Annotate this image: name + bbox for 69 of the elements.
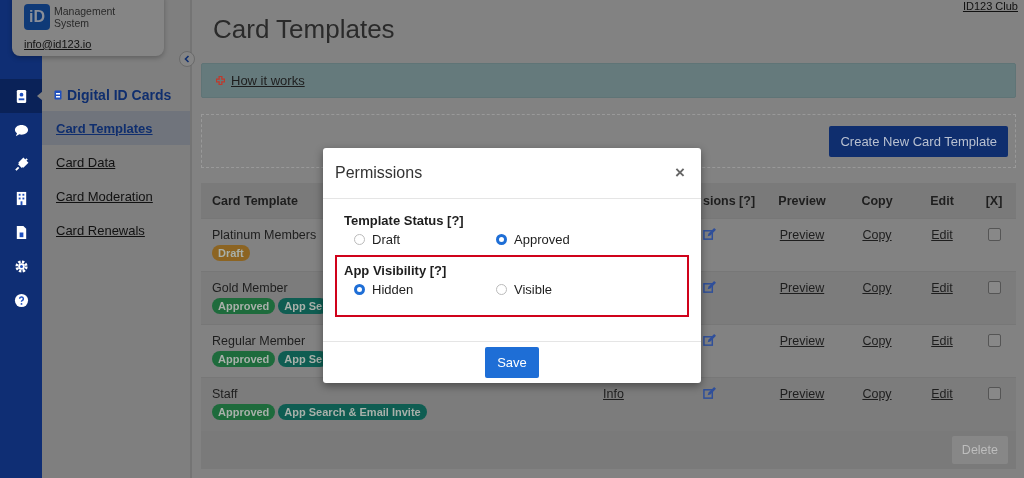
account-link[interactable]: ID123 Club (962, 0, 1018, 12)
column-header: Card Template (212, 193, 298, 208)
status-tag: Approved (212, 404, 276, 420)
radio-button[interactable] (496, 284, 507, 295)
row-checkbox[interactable] (987, 228, 1001, 241)
column-header: Preview (778, 193, 826, 208)
status-tag: Draft (212, 245, 250, 261)
nav-item[interactable]: Card Data (42, 145, 190, 179)
row-checkbox[interactable] (987, 281, 1001, 294)
copy-link[interactable]: Copy (862, 228, 892, 242)
radio-button[interactable] (354, 234, 365, 245)
chevron-icon (183, 55, 191, 63)
radio-option[interactable]: Hidden (354, 282, 496, 297)
create-template-button[interactable]: Create New Card Template (829, 125, 1008, 157)
status-tag: App Search & Email Invite (278, 404, 427, 420)
radio-option[interactable]: Draft (354, 232, 496, 247)
email-link[interactable]: info@id123.io (24, 38, 152, 50)
gear-icon (13, 258, 29, 274)
help-link[interactable]: How it works (231, 73, 305, 88)
status-tag: Approved (212, 298, 276, 314)
column-header: [X] (985, 193, 1003, 208)
group-title: Template Status [?] (344, 213, 465, 228)
template-name: Gold Member (212, 281, 288, 295)
edit-link[interactable]: Edit (931, 281, 953, 295)
row-checkbox[interactable] (987, 387, 1001, 400)
preview-link[interactable]: Preview (779, 281, 825, 295)
template-name: Platinum Members (212, 228, 317, 242)
edit-icon[interactable] (703, 387, 716, 400)
preview-link[interactable]: Preview (779, 334, 825, 348)
radio-option[interactable]: Approved (496, 232, 680, 247)
edit-icon[interactable] (703, 281, 716, 294)
template-name: Staff (212, 387, 238, 401)
copy-link[interactable]: Copy (862, 281, 892, 295)
logo: iD (24, 4, 50, 30)
copy-link[interactable]: Copy (862, 387, 892, 401)
edit-link[interactable]: Edit (931, 334, 953, 348)
dialog-title: Permissions (335, 164, 423, 182)
column-header: Edit (930, 193, 954, 208)
edit-link[interactable]: Edit (931, 228, 953, 242)
status-tag: Approved (212, 351, 276, 367)
edit-icon[interactable] (703, 334, 716, 347)
rail-item[interactable] (0, 79, 42, 113)
plug-icon (13, 156, 29, 172)
radio-option[interactable]: Visible (496, 282, 680, 297)
page-title: Card Templates (213, 14, 396, 46)
help-icon (13, 292, 29, 308)
plus-icon (216, 76, 225, 85)
edit-link[interactable]: Edit (931, 387, 953, 401)
info-link[interactable]: Info (603, 387, 624, 401)
column-header: sions [?] (703, 193, 756, 208)
nav-item[interactable]: Card Templates (42, 111, 190, 145)
chat-icon (13, 122, 29, 138)
preview-link[interactable]: Preview (779, 228, 825, 242)
row-checkbox[interactable] (987, 334, 1001, 347)
copy-link[interactable]: Copy (862, 334, 892, 348)
card-icon (54, 90, 62, 100)
column-header: Copy (861, 193, 893, 208)
save-button[interactable]: Save (485, 347, 539, 378)
nav-item[interactable]: Card Renewals (42, 213, 190, 247)
nav-item[interactable]: Card Moderation (42, 179, 190, 213)
nav-heading: Digital ID Cards (67, 87, 172, 103)
preview-link[interactable]: Preview (779, 387, 825, 401)
radio-button[interactable] (354, 284, 365, 295)
radio-button[interactable] (496, 234, 507, 245)
close-button[interactable]: × (675, 163, 685, 183)
group-title: App Visibility [?] (344, 263, 448, 278)
template-name: Regular Member (212, 334, 306, 348)
edit-icon[interactable] (703, 228, 716, 241)
app-name: Management System (54, 5, 116, 29)
